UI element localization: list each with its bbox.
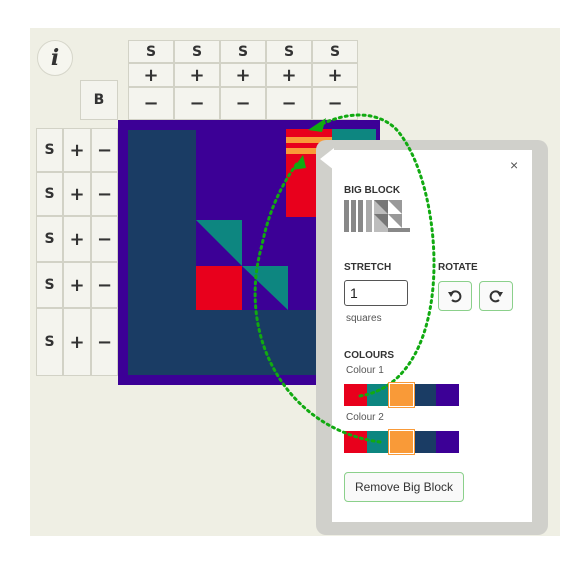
colour-swatch[interactable] bbox=[436, 384, 459, 406]
column-s-button[interactable]: S bbox=[174, 40, 220, 63]
column-plus-button[interactable]: + bbox=[220, 63, 266, 87]
colour-swatch[interactable] bbox=[413, 431, 436, 453]
rotate-counterclockwise-icon bbox=[448, 290, 462, 303]
colour-swatch[interactable] bbox=[367, 431, 390, 453]
big-block-corner-button[interactable]: B bbox=[80, 80, 118, 120]
big-block-panel: × BIG BLOCK STRETCH ROTATE squares COLOU… bbox=[320, 148, 532, 522]
colours-heading: COLOURS bbox=[344, 350, 394, 361]
row-plus-button[interactable]: + bbox=[63, 128, 91, 172]
info-button[interactable]: i bbox=[37, 40, 73, 76]
row-minus-button[interactable]: − bbox=[91, 128, 118, 172]
colour-swatch[interactable] bbox=[436, 431, 459, 453]
rotate-clockwise-icon bbox=[489, 290, 503, 303]
column-plus-button[interactable]: + bbox=[266, 63, 312, 87]
colour-swatch[interactable] bbox=[367, 384, 390, 406]
column-minus-button[interactable]: − bbox=[220, 87, 266, 120]
colour-swatch[interactable] bbox=[413, 384, 436, 406]
row-s-button[interactable]: S bbox=[36, 128, 63, 172]
stretch-heading: STRETCH bbox=[344, 262, 392, 273]
column-plus-button[interactable]: + bbox=[174, 63, 220, 87]
column-minus-button[interactable]: − bbox=[174, 87, 220, 120]
column-plus-button[interactable]: + bbox=[128, 63, 174, 87]
colour-swatch[interactable] bbox=[389, 430, 414, 454]
row-minus-button[interactable]: − bbox=[91, 216, 118, 262]
stretch-input[interactable] bbox=[344, 280, 408, 306]
stretch-unit-label: squares bbox=[346, 313, 382, 324]
row-minus-button[interactable]: − bbox=[91, 262, 118, 308]
colour1-label: Colour 1 bbox=[346, 365, 384, 376]
row-plus-button[interactable]: + bbox=[63, 262, 91, 308]
row-plus-button[interactable]: + bbox=[63, 308, 91, 376]
big-block-heading: BIG BLOCK bbox=[344, 185, 401, 196]
row-minus-button[interactable]: − bbox=[91, 308, 118, 376]
column-minus-button[interactable]: − bbox=[312, 87, 358, 120]
row-s-button[interactable]: S bbox=[36, 308, 63, 376]
column-s-button[interactable]: S bbox=[220, 40, 266, 63]
close-icon[interactable]: × bbox=[510, 157, 518, 173]
colour1-swatches[interactable] bbox=[344, 383, 459, 407]
colour-swatch[interactable] bbox=[344, 384, 367, 406]
column-s-button[interactable]: S bbox=[266, 40, 312, 63]
row-s-button[interactable]: S bbox=[36, 172, 63, 216]
big-block-pattern-icon bbox=[344, 200, 410, 232]
row-minus-button[interactable]: − bbox=[91, 172, 118, 216]
remove-big-block-button[interactable]: Remove Big Block bbox=[344, 472, 464, 502]
column-plus-button[interactable]: + bbox=[312, 63, 358, 87]
colour2-swatches[interactable] bbox=[344, 430, 459, 454]
row-plus-button[interactable]: + bbox=[63, 172, 91, 216]
rotate-heading: ROTATE bbox=[438, 262, 478, 273]
row-s-button[interactable]: S bbox=[36, 216, 63, 262]
rotate-counterclockwise-button[interactable] bbox=[438, 281, 472, 311]
panel-pointer bbox=[320, 148, 334, 170]
colour-swatch[interactable] bbox=[389, 383, 414, 407]
column-minus-button[interactable]: − bbox=[128, 87, 174, 120]
colour-swatch[interactable] bbox=[344, 431, 367, 453]
border-left-block[interactable] bbox=[128, 130, 196, 375]
column-s-button[interactable]: S bbox=[128, 40, 174, 63]
column-s-button[interactable]: S bbox=[312, 40, 358, 63]
colour2-label: Colour 2 bbox=[346, 412, 384, 423]
square-block[interactable] bbox=[196, 266, 242, 310]
row-plus-button[interactable]: + bbox=[63, 216, 91, 262]
column-minus-button[interactable]: − bbox=[266, 87, 312, 120]
row-s-button[interactable]: S bbox=[36, 262, 63, 308]
rotate-clockwise-button[interactable] bbox=[479, 281, 513, 311]
